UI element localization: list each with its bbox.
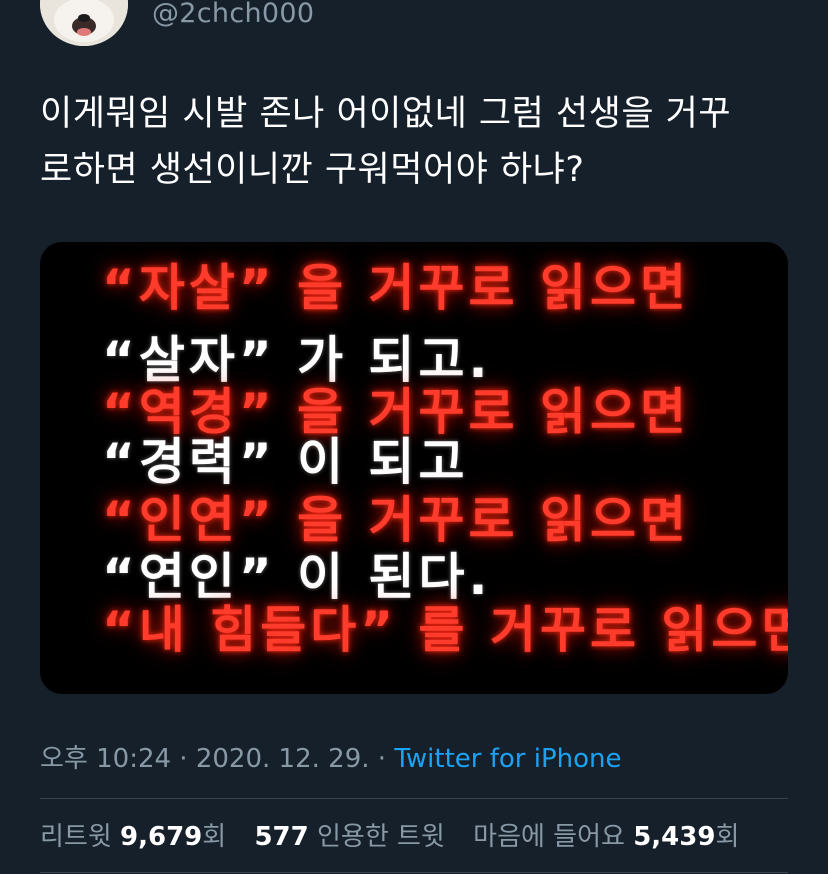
likes-suffix: 회 (715, 822, 740, 852)
meme-line: “경력” 이 되고 (102, 433, 469, 491)
user-handle[interactable]: @2chch000 (152, 0, 314, 29)
avatar[interactable] (40, 0, 128, 46)
tweet-text-line: 로하면 생선이니깐 구워먹어야 하냐? (40, 150, 585, 190)
tweet-meta: 오후 10:24 · 2020. 12. 29. · Twitter for i… (40, 738, 622, 775)
meta-separator: · (171, 744, 196, 774)
meme-line: “인연” 을 거꾸로 읽으면 (102, 491, 690, 549)
divider (40, 872, 788, 873)
dog-avatar-icon (40, 0, 128, 46)
retweets-label: 리트윗 (40, 822, 112, 852)
tweet-text: 이게뭐임 시발 존나 어이없네 그럼 선생을 거꾸 로하면 생선이니깐 구워먹어… (40, 86, 800, 198)
meme-line: “살자” 가 되고. (102, 331, 492, 389)
quotes-label: 인용한 트윗 (317, 822, 445, 852)
quotes-count: 577 (254, 822, 309, 852)
likes-count: 5,439 (633, 822, 716, 852)
tweet-text-line: 이게뭐임 시발 존나 어이없네 그럼 선생을 거꾸 (40, 94, 732, 134)
divider (40, 798, 788, 799)
meta-separator: · (369, 744, 395, 774)
meme-line: “내 힘들다” 를 거꾸로 읽으면 (102, 601, 788, 659)
retweets-count: 9,679 (120, 822, 203, 852)
tweet-header: @2chch000 (0, 0, 828, 48)
retweets-stat[interactable]: 리트윗 9,679회 (40, 822, 234, 852)
meme-line: “자살” 을 거꾸로 읽으면 (102, 259, 690, 317)
tweet-stats: 리트윗 9,679회 577 인용한 트윗 마음에 들어요 5,439회 (40, 816, 739, 853)
likes-label: 마음에 들어요 (473, 822, 625, 852)
meme-line: “연인” 이 된다. (102, 548, 492, 606)
likes-stat[interactable]: 마음에 들어요 5,439회 (473, 822, 739, 852)
retweets-suffix: 회 (202, 822, 227, 852)
tweet-image[interactable]: “자살” 을 거꾸로 읽으면 “살자” 가 되고. “역경” 을 거꾸로 읽으면… (40, 242, 788, 694)
tweet-source-link[interactable]: Twitter for iPhone (394, 744, 621, 774)
tweet-time: 오후 10:24 (40, 744, 172, 774)
tweet-date[interactable]: 2020. 12. 29. (196, 744, 370, 774)
quotes-stat[interactable]: 577 인용한 트윗 (254, 822, 453, 852)
